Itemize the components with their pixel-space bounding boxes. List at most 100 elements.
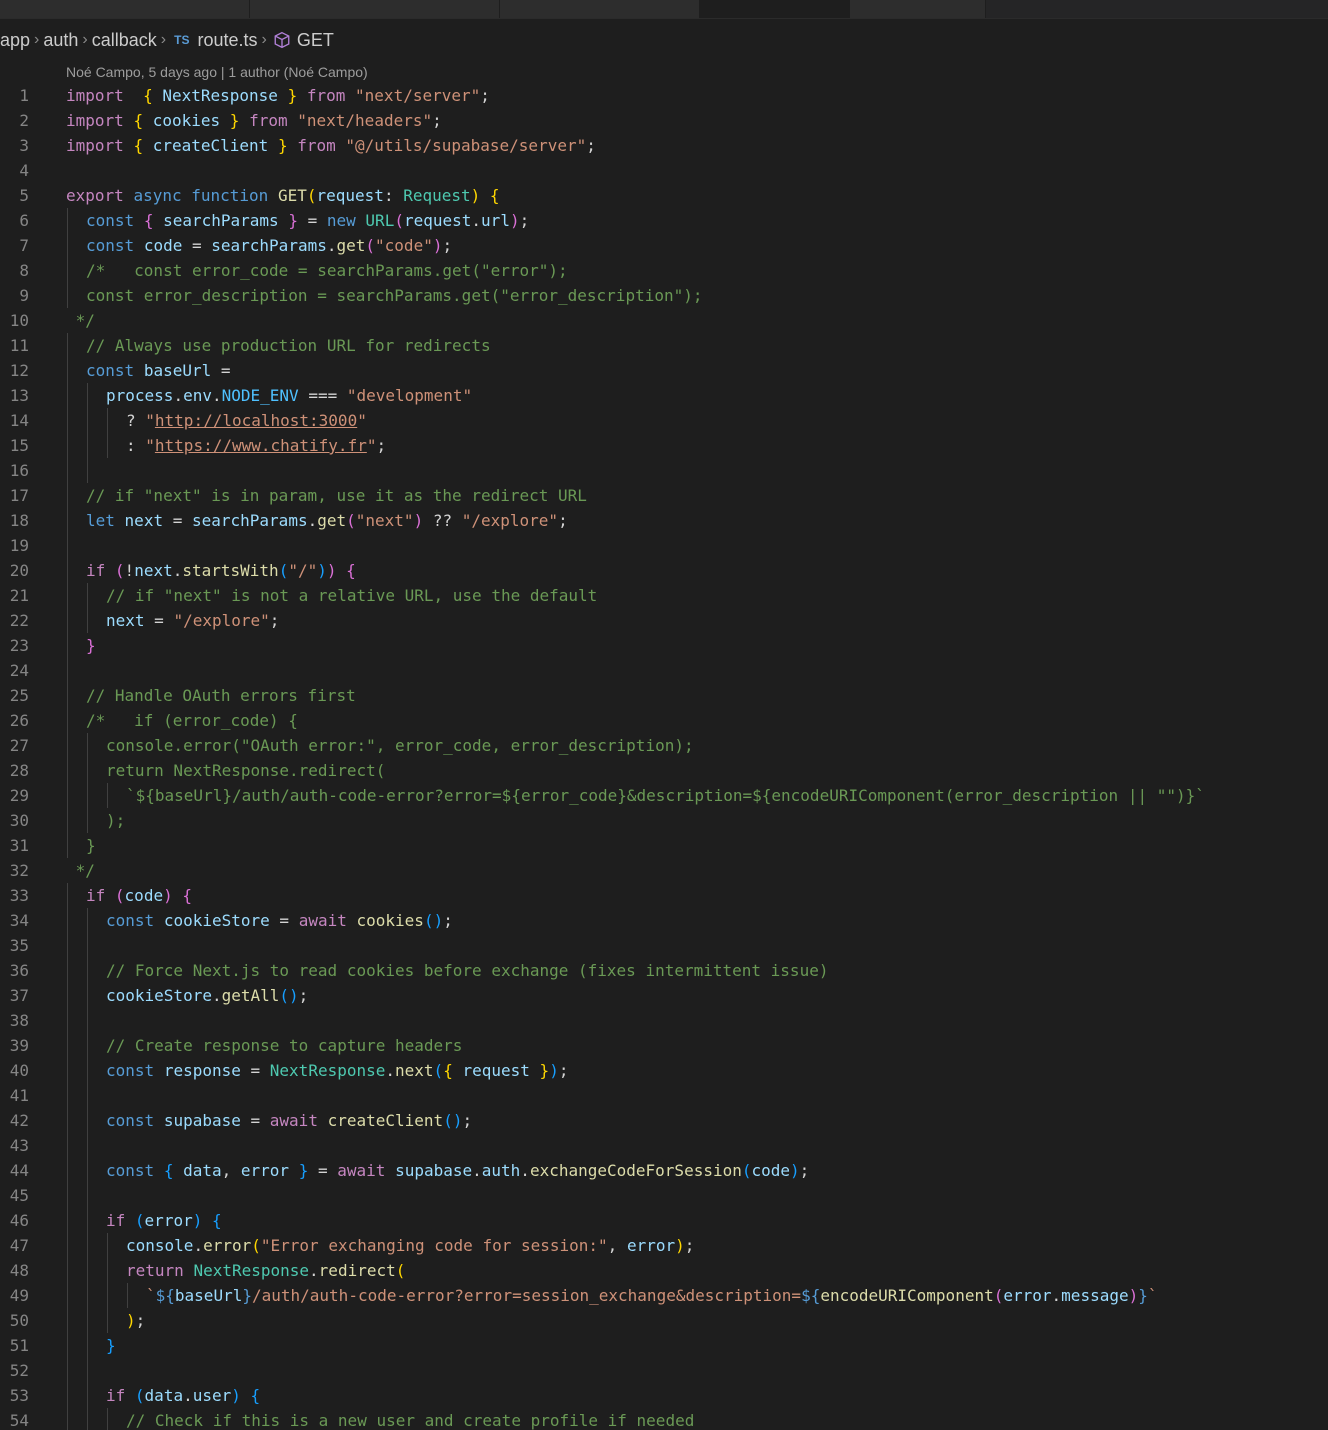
code-line[interactable]: 39 // Create response to capture headers (0, 1033, 1328, 1058)
code-token: = (308, 1161, 338, 1180)
code-token: next (106, 611, 145, 630)
code-line[interactable]: 22 next = "/explore"; (0, 608, 1328, 633)
git-blame-annotation[interactable]: Noé Campo, 5 days ago | 1 author (Noé Ca… (66, 64, 368, 80)
code-line[interactable]: 24 (0, 658, 1328, 683)
code-line[interactable]: 20 if (!next.startsWith("/")) { (0, 558, 1328, 583)
breadcrumb-item-file[interactable]: route.ts (197, 30, 257, 51)
code-line[interactable]: 29 `${baseUrl}/auth/auth-code-error?error… (0, 783, 1328, 808)
code-line[interactable]: 49 `${baseUrl}/auth/auth-code-error?error… (0, 1283, 1328, 1308)
code-line[interactable]: 31} (0, 833, 1328, 858)
code-line[interactable]: 10 */ (0, 308, 1328, 333)
code-line[interactable]: 19 (0, 533, 1328, 558)
line-number: 36 (9, 961, 29, 980)
code-line[interactable]: 7 const code = searchParams.get("code"); (0, 233, 1328, 258)
code-token: baseUrl (174, 1286, 243, 1305)
code-line[interactable]: 47 console.error("Error exchanging code f… (0, 1233, 1328, 1258)
code-line[interactable]: 11 // Always use production URL for redir… (0, 333, 1328, 358)
code-line[interactable]: 42 const supabase = await createClient(); (0, 1108, 1328, 1133)
line-number: 49 (9, 1286, 29, 1305)
line-number: 48 (9, 1261, 29, 1280)
code-token: URL (365, 211, 395, 230)
code-line[interactable]: 50); (0, 1308, 1328, 1333)
indent-guide (67, 508, 68, 533)
code-line[interactable]: 21 // if "next" is not a relative URL, us… (0, 583, 1328, 608)
code-line[interactable]: 13 process.env.NODE_ENV === "development" (0, 383, 1328, 408)
line-number: 12 (9, 361, 29, 380)
breadcrumb-item-symbol[interactable]: GET (297, 30, 334, 51)
breadcrumb-item-auth[interactable]: auth (43, 30, 78, 51)
code-line[interactable]: 26 /* if (error_code) { (0, 708, 1328, 733)
editor-tab[interactable] (0, 0, 250, 18)
code-line[interactable]: 36 // Force Next.js to read cookies befor… (0, 958, 1328, 983)
code-line[interactable]: 53 if (data.user) { (0, 1383, 1328, 1408)
code-line[interactable]: 32 */ (0, 858, 1328, 883)
indent-guide (67, 783, 68, 808)
code-line[interactable]: 38 (0, 1008, 1328, 1033)
code-token: auth (481, 1161, 521, 1180)
code-token: } (1138, 1286, 1148, 1305)
code-line[interactable]: 48 return NextResponse.redirect( (0, 1258, 1328, 1283)
code-line[interactable]: 41 (0, 1083, 1328, 1108)
code-line[interactable]: 2 import { cookies } from "next/headers"; (0, 108, 1328, 133)
code-line[interactable]: 6 const { searchParams } = new URL(reques… (0, 208, 1328, 233)
line-number: 30 (9, 811, 29, 830)
indent-guide (67, 1158, 68, 1183)
editor-tab-active[interactable] (700, 0, 850, 18)
breadcrumb-item-app[interactable]: app (0, 30, 30, 51)
code-line[interactable]: 33 if (code) { (0, 883, 1328, 908)
code-line[interactable]: 52 (0, 1358, 1328, 1383)
code-token: process (106, 386, 174, 405)
code-line[interactable]: 15: "https://www.chatify.fr"; (0, 433, 1328, 458)
code-line[interactable]: 27 console.error("OAuth error:", error_co… (0, 733, 1328, 758)
code-line[interactable]: 30); (0, 808, 1328, 833)
code-line[interactable]: 9 const error_description = searchParams.… (0, 283, 1328, 308)
code-line[interactable]: 14? "http://localhost:3000" (0, 408, 1328, 433)
code-line[interactable]: 4 (0, 158, 1328, 183)
indent-guide (67, 533, 68, 558)
code-token: const (106, 1161, 155, 1180)
code-token: ) (192, 1211, 203, 1230)
code-line[interactable]: 34 const cookieStore = await cookies(); (0, 908, 1328, 933)
code-line[interactable]: 44 const { data, error } = await supabase… (0, 1158, 1328, 1183)
code-token: . (173, 386, 184, 405)
code-token: ) (675, 1236, 685, 1255)
line-number: 40 (9, 1061, 29, 1080)
code-line[interactable]: 37 cookieStore.getAll(); (0, 983, 1328, 1008)
code-line[interactable]: 1 import { NextResponse } from "next/serv… (0, 83, 1328, 108)
indent-guide (87, 733, 88, 758)
indent-guide (67, 758, 68, 783)
code-line[interactable]: 23} (0, 633, 1328, 658)
code-line[interactable]: 54 // Check if this is a new user and cre… (0, 1408, 1328, 1430)
editor-tab[interactable] (850, 0, 986, 18)
code-token: ${ (801, 1286, 821, 1305)
code-token: ( (134, 1211, 145, 1230)
code-line[interactable]: 12 const baseUrl = (0, 358, 1328, 383)
code-line[interactable]: 28 return NextResponse.redirect( (0, 758, 1328, 783)
code-line[interactable]: 5 export async function GET(request: Requ… (0, 183, 1328, 208)
code-line[interactable]: 25 // Handle OAuth errors first (0, 683, 1328, 708)
code-token: cookieStore (106, 986, 212, 1005)
indent-guide (67, 933, 68, 958)
code-text: } (86, 833, 96, 858)
code-line[interactable]: 45 (0, 1183, 1328, 1208)
code-line[interactable]: 17 // if "next" is in param, use it as th… (0, 483, 1328, 508)
code-editor[interactable]: 1 import { NextResponse } from "next/serv… (0, 83, 1328, 1430)
editor-tab[interactable] (500, 0, 700, 18)
code-line[interactable]: 3 import { createClient } from "@/utils/s… (0, 133, 1328, 158)
code-line[interactable]: 35 (0, 933, 1328, 958)
code-line[interactable]: 8 /* const error_code = searchParams.get(… (0, 258, 1328, 283)
code-line[interactable]: 46 if (error) { (0, 1208, 1328, 1233)
code-line[interactable]: 16 (0, 458, 1328, 483)
code-line[interactable]: 40 const response = NextResponse.next({ r… (0, 1058, 1328, 1083)
code-text: ); (106, 808, 125, 833)
code-line[interactable]: 51} (0, 1333, 1328, 1358)
editor-tab[interactable] (250, 0, 500, 18)
code-text: const { searchParams } = new URL(request… (86, 208, 529, 233)
code-line[interactable]: 18 let next = searchParams.get("next") ??… (0, 508, 1328, 533)
breadcrumb-item-callback[interactable]: callback (92, 30, 157, 51)
code-line[interactable]: 43 (0, 1133, 1328, 1158)
